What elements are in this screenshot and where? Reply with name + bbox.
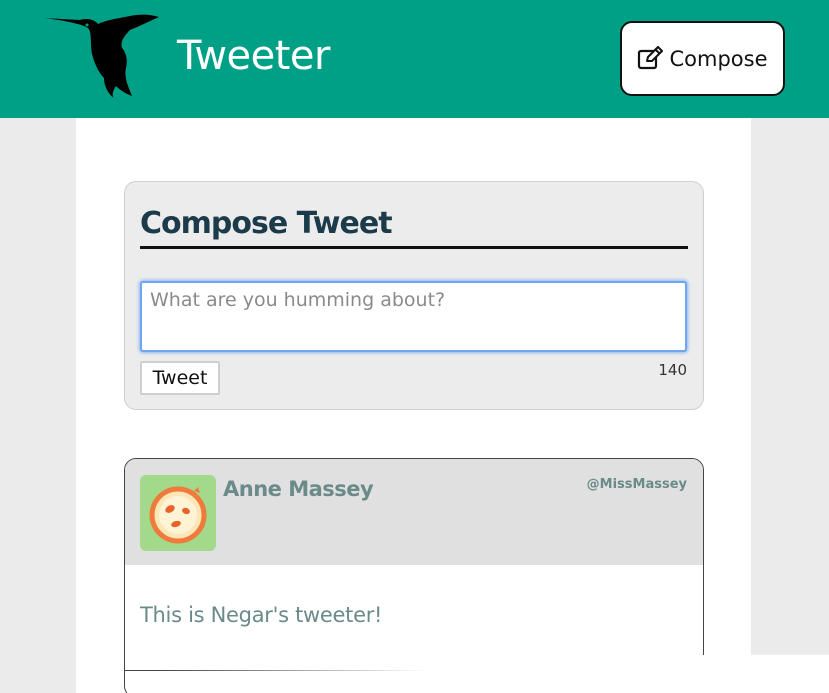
avatar	[140, 475, 216, 551]
tweet-input[interactable]	[140, 281, 687, 352]
tweet-content: This is Negar's tweeter!	[140, 603, 383, 627]
tweet-submit-button[interactable]: Tweet	[140, 361, 220, 395]
navbar: Tweeter Compose	[0, 0, 829, 118]
tweet-header: Anne Massey @MissMassey	[125, 459, 703, 565]
app-title: Tweeter	[177, 33, 330, 79]
compose-tweet-panel: Compose Tweet Tweet 140	[124, 181, 704, 410]
tweet-author-name: Anne Massey	[223, 477, 374, 501]
hummingbird-logo-icon	[44, 14, 159, 98]
avatar-icon	[149, 486, 207, 544]
character-counter: 140	[658, 361, 687, 379]
compose-heading: Compose Tweet	[140, 204, 688, 249]
edit-icon	[638, 45, 664, 69]
compose-button-label: Compose	[669, 46, 768, 71]
tweet-author-handle: @MissMassey	[586, 477, 687, 492]
footer-overlay	[160, 655, 829, 693]
compose-button[interactable]: Compose	[620, 21, 785, 96]
